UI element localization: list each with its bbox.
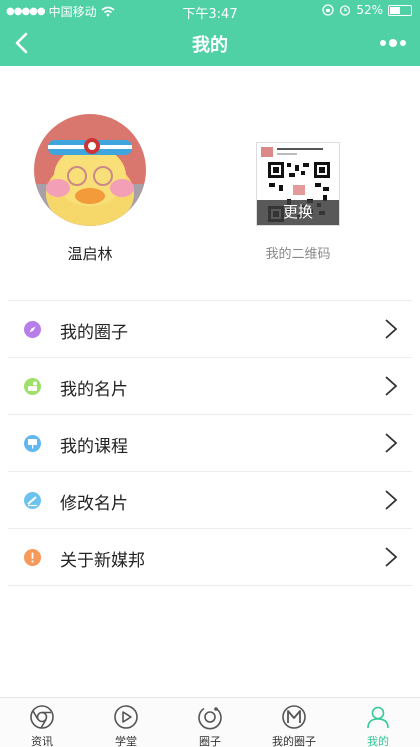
tab-label: 我的 — [367, 735, 389, 747]
menu-item-my-courses[interactable]: 我的课程 — [8, 415, 412, 472]
back-button[interactable] — [8, 28, 38, 58]
circle-icon — [198, 707, 222, 730]
menu-item-my-card[interactable]: 我的名片 — [8, 358, 412, 415]
username: 温启林 — [67, 245, 113, 263]
tab-label: 学堂 — [115, 735, 137, 747]
header: ●●●●● 中国移动 下午3:47 52% 我的 — [0, 0, 420, 66]
qr-caption: 我的二维码 — [265, 247, 331, 262]
menu-item-label: 修改名片 — [60, 494, 128, 514]
menu-item-label: 我的课程 — [60, 437, 128, 457]
chevron-right-icon — [385, 433, 398, 453]
presentation-icon — [24, 435, 41, 452]
rotation-lock-icon — [322, 4, 334, 16]
menu-item-my-circles[interactable]: 我的圈子 — [8, 301, 412, 358]
chevron-left-icon — [15, 32, 28, 54]
more-dots-icon — [380, 39, 406, 47]
chevron-right-icon — [385, 376, 398, 396]
more-button[interactable] — [378, 33, 408, 53]
profile-section: 温启林 更换 我的二维码 — [0, 66, 420, 300]
chevron-right-icon — [385, 319, 398, 339]
change-qr-button[interactable]: 更换 — [257, 200, 339, 225]
menu-item-label: 我的名片 — [60, 380, 128, 400]
my-circle-icon — [282, 705, 306, 729]
person-icon — [367, 706, 389, 729]
play-icon — [114, 705, 138, 729]
news-icon — [30, 705, 54, 729]
tab-my-circles[interactable]: 我的圈子 — [252, 698, 336, 747]
card-icon — [24, 378, 41, 395]
menu-item-label: 我的圈子 — [60, 323, 128, 343]
tab-label: 资讯 — [31, 735, 53, 747]
tab-bar: 资讯 学堂 圈子 我的圈子 我的 — [0, 697, 420, 747]
exclamation-icon — [24, 549, 41, 566]
tab-circles[interactable]: 圈子 — [168, 698, 252, 747]
tab-label: 圈子 — [199, 735, 221, 747]
alarm-icon — [340, 5, 351, 16]
edit-icon — [24, 492, 41, 509]
menu-item-edit-card[interactable]: 修改名片 — [8, 472, 412, 529]
chevron-right-icon — [385, 490, 398, 510]
tab-label: 我的圈子 — [272, 735, 316, 747]
avatar[interactable] — [34, 114, 146, 226]
menu-item-about[interactable]: 关于新媒邦 — [8, 529, 412, 586]
chevron-right-icon — [385, 547, 398, 567]
menu-item-label: 关于新媒邦 — [60, 551, 145, 571]
tab-news[interactable]: 资讯 — [0, 698, 84, 747]
tab-me[interactable]: 我的 — [336, 698, 420, 747]
compass-icon — [24, 321, 41, 338]
menu-list: 我的圈子 我的名片 我的课程 修改名片 关于新媒邦 — [8, 300, 412, 586]
battery-icon — [388, 4, 412, 16]
page-title: 我的 — [192, 35, 228, 56]
battery-percent: 52% — [356, 3, 383, 17]
duck-avatar-image — [34, 114, 146, 226]
status-bar: ●●●●● 中国移动 下午3:47 52% — [0, 0, 420, 22]
navbar: 我的 — [0, 20, 420, 66]
qr-code-card[interactable]: 更换 — [256, 142, 340, 226]
tab-academy[interactable]: 学堂 — [84, 698, 168, 747]
